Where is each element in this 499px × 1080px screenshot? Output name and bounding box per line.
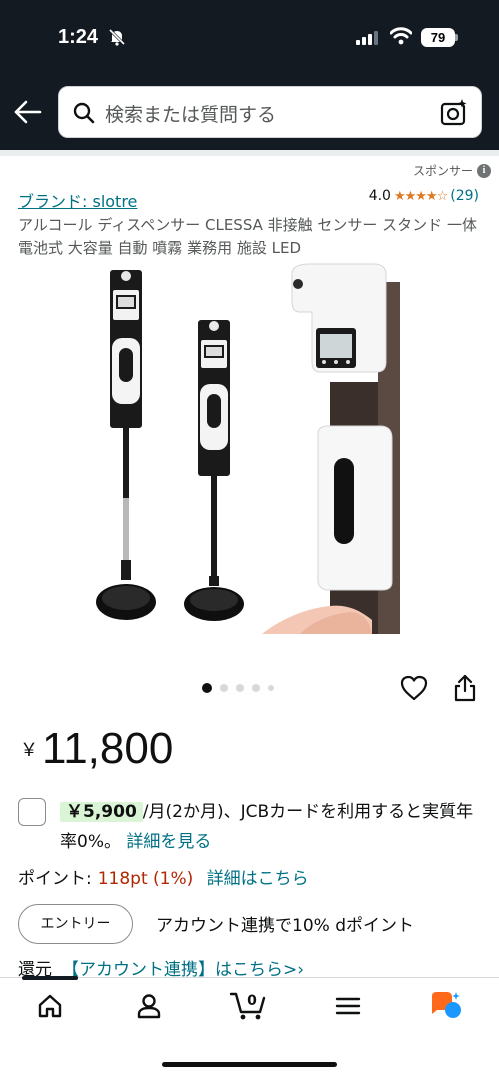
back-arrow-icon[interactable] bbox=[12, 98, 44, 130]
search-icon bbox=[71, 100, 97, 130]
home-icon[interactable] bbox=[36, 992, 64, 1024]
header-divider bbox=[0, 150, 499, 156]
app-header: 1:24 79 検索または質問する bbox=[0, 0, 499, 150]
installment-checkbox[interactable] bbox=[18, 798, 46, 826]
search-bar[interactable]: 検索または質問する bbox=[58, 86, 482, 138]
battery-indicator: 79 bbox=[421, 28, 455, 47]
info-icon[interactable]: i bbox=[477, 163, 491, 178]
heart-icon[interactable] bbox=[399, 674, 429, 706]
carousel-dot[interactable] bbox=[202, 683, 212, 693]
cart-count: 0 bbox=[247, 993, 257, 1009]
dispenser-stand-image-2 bbox=[184, 320, 244, 621]
active-tab-indicator bbox=[22, 976, 78, 980]
battery-tip bbox=[455, 34, 458, 41]
points-label: ポイント: bbox=[18, 869, 92, 889]
rating-value: 4.0 bbox=[368, 188, 391, 204]
rating-summary[interactable]: 4.0 ★★★★☆ (29) bbox=[369, 188, 479, 204]
product-title[interactable]: アルコール ディスペンサー CLESSA 非接触 センサー スタンド 一体 電池… bbox=[18, 214, 488, 260]
carousel-dot[interactable] bbox=[220, 684, 228, 692]
cellular-signal-icon bbox=[356, 30, 380, 49]
status-time: 1:24 bbox=[58, 26, 99, 48]
carousel-dot[interactable] bbox=[236, 684, 244, 692]
rating-stars-icon: ★★★★☆ bbox=[393, 188, 448, 204]
points-details-link[interactable]: 詳細はこちら bbox=[207, 869, 309, 889]
wifi-icon bbox=[389, 27, 413, 49]
carousel-dot[interactable] bbox=[268, 685, 274, 691]
brand-link[interactable]: ブランド: slotre bbox=[18, 188, 137, 212]
sponsored-label[interactable]: スポンサー i bbox=[413, 162, 491, 179]
dispenser-stand-image-1 bbox=[96, 270, 156, 620]
cart-icon[interactable]: 0 bbox=[229, 988, 267, 1026]
image-carousel-dots[interactable] bbox=[202, 683, 274, 693]
dispenser-closeup-image bbox=[262, 263, 400, 634]
sponsored-text: スポンサー bbox=[412, 164, 473, 178]
installment-offer: ￥5,900/月(2か月)、JCBカードを利用すると実質年率0%。 詳細を見る bbox=[60, 797, 490, 857]
home-indicator bbox=[162, 1062, 337, 1067]
product-image[interactable] bbox=[0, 262, 499, 642]
installment-details-link[interactable]: 詳細を見る bbox=[126, 832, 211, 852]
product-price: ￥ 11,800 bbox=[20, 724, 173, 774]
price-value: 11,800 bbox=[42, 724, 174, 773]
dpoint-promo-text: アカウント連携で10% dポイント bbox=[156, 916, 414, 936]
share-icon[interactable] bbox=[452, 673, 478, 707]
points-value: 118pt (1%) bbox=[97, 869, 194, 889]
account-icon[interactable] bbox=[135, 992, 163, 1024]
installment-badge: ￥5,900 bbox=[60, 802, 143, 822]
rufus-icon[interactable] bbox=[428, 990, 464, 1026]
rating-count[interactable]: (29) bbox=[450, 188, 479, 204]
camera-search-icon[interactable] bbox=[439, 98, 469, 132]
menu-icon[interactable] bbox=[334, 992, 362, 1024]
entry-button[interactable]: エントリー bbox=[18, 904, 133, 944]
bell-muted-icon bbox=[108, 28, 126, 50]
carousel-dot[interactable] bbox=[252, 684, 260, 692]
points-info: ポイント: 118pt (1%) 詳細はこちら bbox=[18, 864, 309, 889]
currency-symbol: ￥ bbox=[20, 740, 38, 761]
search-input[interactable]: 検索または質問する bbox=[105, 100, 276, 127]
